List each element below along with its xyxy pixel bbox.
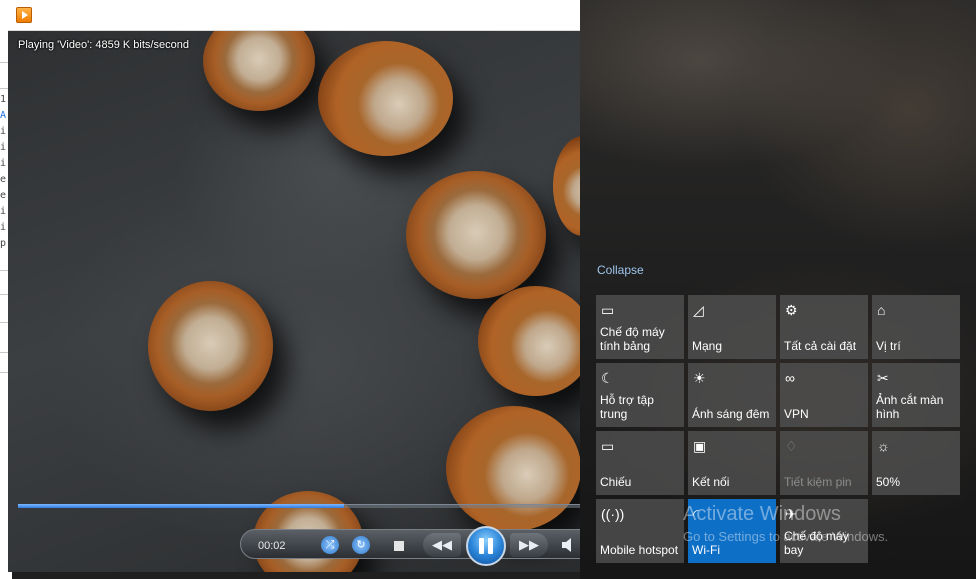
background-text-line: i xyxy=(0,206,7,217)
quick-action-location[interactable]: ⌂ Vị trí xyxy=(872,295,960,359)
quick-action-night-light[interactable]: ☀ Ánh sáng đêm xyxy=(688,363,776,427)
focus-assist-moon-icon: ☾ xyxy=(601,370,614,386)
quick-action-tablet-mode[interactable]: ▭ Chế độ máy tính bảng xyxy=(596,295,684,359)
hazelnut-image xyxy=(553,136,580,236)
quick-action-label: Kết nối xyxy=(692,475,730,489)
next-button[interactable]: ▶▶ xyxy=(510,533,548,557)
background-text-line: A xyxy=(0,110,7,121)
player-controls: 00:02 ⤮ ↻ ◀◀ ▶▶ xyxy=(8,521,580,572)
playback-status-text: Playing 'Video': 4859 K bits/second xyxy=(18,39,189,51)
quick-action-connect[interactable]: ▣ Kết nối xyxy=(688,431,776,495)
shuffle-icon: ⤮ xyxy=(325,539,335,551)
quick-action-network[interactable]: ◿ Mạng xyxy=(688,295,776,359)
video-area[interactable]: Playing 'Video': 4859 K bits/second 00:0… xyxy=(8,31,580,572)
previous-icon: ◀◀ xyxy=(432,537,452,552)
network-icon: ◿ xyxy=(693,302,704,318)
background-text-line: i xyxy=(0,126,7,137)
stop-button[interactable] xyxy=(394,541,404,551)
night-light-icon: ☀ xyxy=(693,370,706,386)
volume-icon xyxy=(562,538,571,552)
background-text-line: i xyxy=(0,222,7,233)
volume-button[interactable] xyxy=(560,536,576,554)
quick-action-label: Hỗ trợ tập trung xyxy=(600,393,654,421)
shuffle-button[interactable]: ⤮ xyxy=(321,536,339,554)
quick-action-airplane[interactable]: ✈ Chế độ máy bay xyxy=(780,499,868,563)
settings-icon: ⚙ xyxy=(785,302,798,318)
elapsed-time: 00:02 xyxy=(258,540,286,552)
quick-action-label: Chiếu xyxy=(600,475,632,489)
brightness-icon: ☼ xyxy=(877,438,890,454)
seek-bar-progress xyxy=(18,504,344,508)
location-icon: ⌂ xyxy=(877,302,886,318)
quick-action-label: 50% xyxy=(876,475,901,489)
media-player-window: Playing 'Video': 4859 K bits/second 00:0… xyxy=(8,0,580,572)
background-text-line: i xyxy=(0,142,7,153)
screen-snip-icon: ✂ xyxy=(877,370,889,386)
seek-bar[interactable] xyxy=(18,504,580,508)
quick-action-wifi[interactable]: ◜ Wi-Fi xyxy=(688,499,776,563)
previous-button[interactable]: ◀◀ xyxy=(423,533,461,557)
quick-action-label: Tiết kiệm pin xyxy=(784,475,852,489)
hazelnut-image xyxy=(478,286,580,396)
quick-action-label: Chế độ máy tính bảng xyxy=(600,325,665,353)
quick-action-label: Tất cả cài đặt xyxy=(784,339,857,353)
quick-action-vpn[interactable]: ∞ VPN xyxy=(780,363,868,427)
quick-action-settings[interactable]: ⚙ Tất cả cài đặt xyxy=(780,295,868,359)
background-text-line: p xyxy=(0,238,7,249)
mobile-hotspot-icon: ((·)) xyxy=(601,506,625,522)
background-text-line: e xyxy=(0,174,7,185)
player-title-bar[interactable] xyxy=(8,0,580,31)
quick-action-mobile-hotspot[interactable]: ((·)) Mobile hotspot xyxy=(596,499,684,563)
quick-action-label: Ảnh cắt màn hình xyxy=(876,393,944,421)
hazelnut-image xyxy=(406,171,546,299)
project-icon: ▭ xyxy=(601,438,615,454)
repeat-icon: ↻ xyxy=(356,539,366,551)
action-center-panel: Collapse ▭ Chế độ máy tính bảng ◿ Mạng ⚙ Tất … xyxy=(580,0,976,579)
hazelnut-image xyxy=(148,281,273,411)
quick-action-label: Vị trí xyxy=(876,339,901,353)
airplane-icon: ✈ xyxy=(785,506,797,522)
quick-action-screen-snip[interactable]: ✂ Ảnh cắt màn hình xyxy=(872,363,960,427)
background-text-line: 1 xyxy=(0,94,7,105)
quick-action-brightness[interactable]: ☼ 50% xyxy=(872,431,960,495)
quick-action-battery-saver[interactable]: ♢ Tiết kiệm pin xyxy=(780,431,868,495)
background-text-line: i xyxy=(0,158,7,169)
quick-action-label: Mobile hotspot xyxy=(600,543,679,557)
quick-action-label: Ánh sáng đêm xyxy=(692,407,770,421)
quick-action-label: Mạng xyxy=(692,339,723,353)
hazelnut-image xyxy=(446,406,580,531)
connect-icon: ▣ xyxy=(693,438,707,454)
quick-action-label: VPN xyxy=(784,407,809,421)
pause-button[interactable] xyxy=(466,526,506,566)
collapse-link[interactable]: Collapse xyxy=(597,263,644,277)
wifi-icon: ◜ xyxy=(693,506,699,522)
media-player-icon[interactable] xyxy=(16,7,32,23)
vpn-icon: ∞ xyxy=(785,370,795,386)
battery-saver-icon: ♢ xyxy=(785,438,798,454)
hazelnut-image xyxy=(318,41,453,156)
hazelnut-image xyxy=(203,31,315,111)
quick-action-label: Wi-Fi xyxy=(692,543,720,557)
background-text-line: e xyxy=(0,190,7,201)
tablet-mode-icon: ▭ xyxy=(601,302,615,318)
next-icon: ▶▶ xyxy=(519,537,539,552)
repeat-button[interactable]: ↻ xyxy=(352,536,370,554)
quick-action-label: Chế độ máy bay xyxy=(784,529,849,557)
quick-action-project[interactable]: ▭ Chiếu xyxy=(596,431,684,495)
quick-action-focus-assist-moon[interactable]: ☾ Hỗ trợ tập trung xyxy=(596,363,684,427)
